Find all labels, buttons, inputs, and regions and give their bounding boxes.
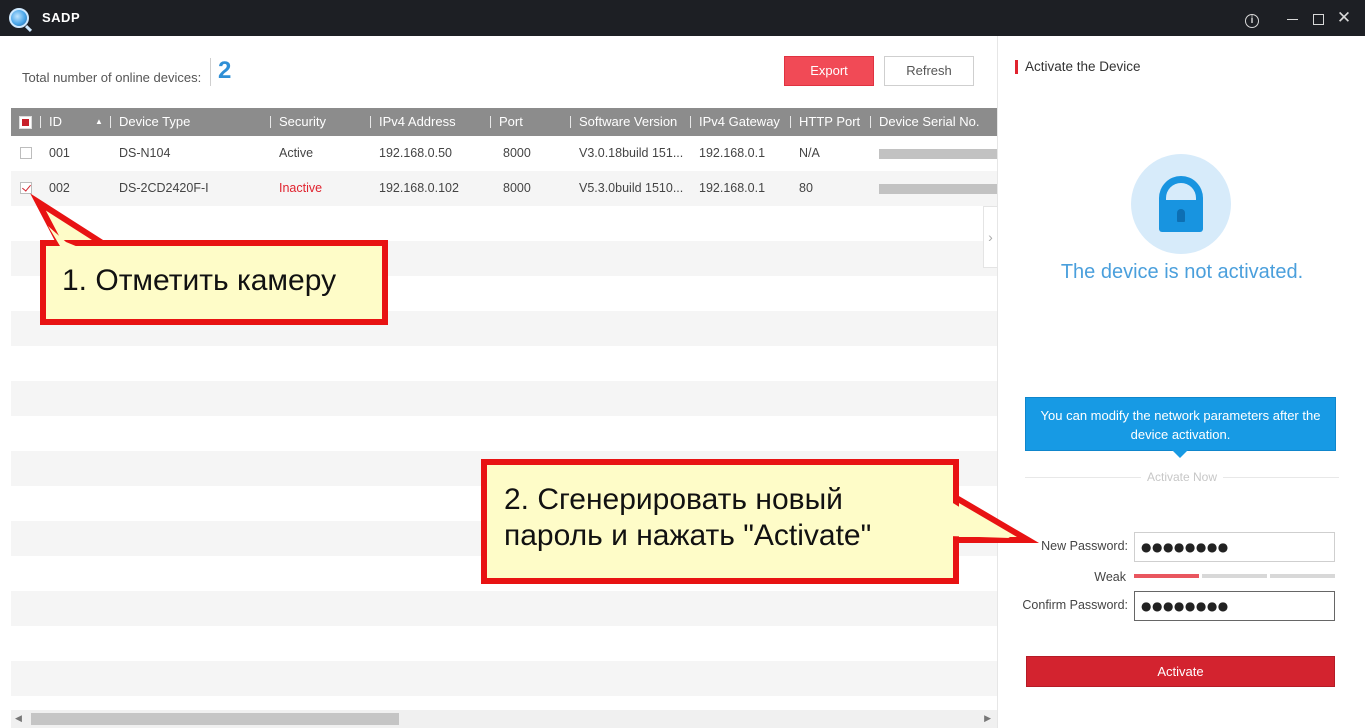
column-divider xyxy=(790,116,791,128)
column-divider xyxy=(490,116,491,128)
cell-ipv4-address: 192.168.0.50 xyxy=(379,146,452,160)
export-button[interactable]: Export xyxy=(784,56,874,86)
minimize-icon[interactable] xyxy=(1282,8,1302,28)
cell-ipv4-address: 192.168.0.102 xyxy=(379,181,459,195)
column-divider xyxy=(370,116,371,128)
column-divider xyxy=(40,116,41,128)
cell-ipv4-gateway: 192.168.0.1 xyxy=(699,146,766,160)
column-header-id[interactable]: ID xyxy=(49,108,62,136)
activation-panel: Activate the Device The device is not ac… xyxy=(997,36,1365,728)
column-divider xyxy=(110,116,111,128)
table-row[interactable]: 001 DS-N104 Active 192.168.0.50 8000 V3.0.18b… xyxy=(11,136,997,171)
column-header-software-version[interactable]: Software Version xyxy=(579,108,677,136)
cell-serial-redacted xyxy=(879,149,997,159)
column-divider xyxy=(570,116,571,128)
info-tooltip: You can modify the network parameters af… xyxy=(1025,397,1336,458)
new-password-input[interactable]: ●●●●●●●● xyxy=(1134,532,1335,562)
cell-id: 001 xyxy=(49,146,70,160)
cell-device-type: DS-N104 xyxy=(119,146,171,160)
sort-ascending-icon[interactable]: ▲ xyxy=(95,108,103,136)
divider xyxy=(210,58,211,86)
column-header-security[interactable]: Security xyxy=(279,108,326,136)
activate-button[interactable]: Activate xyxy=(1026,656,1335,687)
title-bar: SADP i ✕ xyxy=(0,0,1365,36)
empty-row xyxy=(11,416,997,451)
table-header: ID ▲ Device Type Security IPv4 Address P… xyxy=(11,108,997,136)
strength-segment xyxy=(1270,574,1335,578)
collapse-panel-toggle[interactable]: › xyxy=(983,206,997,268)
cell-id: 002 xyxy=(49,181,70,195)
column-header-ipv4-address[interactable]: IPv4 Address xyxy=(379,108,456,136)
callout-step-1: 1. Отметить камеру xyxy=(40,240,388,325)
cell-software-version: V5.3.0build 1510... xyxy=(579,181,684,195)
strength-segment xyxy=(1202,574,1267,578)
select-all-checkbox[interactable] xyxy=(19,116,32,129)
password-strength-label: Weak xyxy=(1094,570,1126,584)
cell-security: Inactive xyxy=(279,181,323,195)
close-icon[interactable]: ✕ xyxy=(1334,8,1354,28)
cell-port: 8000 xyxy=(503,181,531,195)
activate-now-label: Activate Now xyxy=(998,470,1365,484)
column-divider xyxy=(270,116,271,128)
total-devices-label: Total number of online devices: xyxy=(22,70,202,85)
empty-row xyxy=(11,591,997,626)
row-checkbox[interactable] xyxy=(20,147,32,159)
cell-device-type: DS-2CD2420F-I xyxy=(119,181,209,195)
empty-row xyxy=(11,381,997,416)
refresh-button[interactable]: Refresh xyxy=(884,56,974,86)
confirm-password-input[interactable]: ●●●●●●●● xyxy=(1134,591,1335,621)
device-list-panel: Total number of online devices: 2 Export… xyxy=(0,36,997,728)
callout-step-2: 2. Сгенерировать новый пароль и нажать "… xyxy=(481,459,959,584)
strength-segment xyxy=(1134,574,1199,578)
lock-icon xyxy=(1131,154,1231,254)
cell-serial-redacted xyxy=(879,184,997,194)
table-row[interactable]: 002 DS-2CD2420F-I Inactive 192.168.0.102 800… xyxy=(11,171,997,206)
scrollbar-thumb[interactable] xyxy=(31,713,399,725)
activation-status: The device is not activated. xyxy=(1060,261,1304,283)
column-header-device-type[interactable]: Device Type xyxy=(119,108,190,136)
cell-software-version: V3.0.18build 151... xyxy=(579,146,684,160)
sadp-logo-icon xyxy=(9,8,29,28)
column-header-port[interactable]: Port xyxy=(499,108,523,136)
app-title: SADP xyxy=(42,10,81,25)
column-divider xyxy=(870,116,871,128)
row-checkbox[interactable] xyxy=(20,182,32,194)
column-divider xyxy=(690,116,691,128)
column-header-serial-no[interactable]: Device Serial No. xyxy=(879,108,979,136)
maximize-icon[interactable] xyxy=(1308,8,1328,28)
cell-ipv4-gateway: 192.168.0.1 xyxy=(699,181,766,195)
title-accent-bar xyxy=(1015,60,1018,74)
empty-row xyxy=(11,206,997,241)
horizontal-scrollbar[interactable]: ◀ ▶ xyxy=(11,710,997,728)
scroll-left-icon[interactable]: ◀ xyxy=(15,713,22,724)
column-header-ipv4-gateway[interactable]: IPv4 Gateway xyxy=(699,108,780,136)
total-devices-count: 2 xyxy=(218,57,232,84)
cell-http-port: N/A xyxy=(799,146,820,160)
confirm-password-label: Confirm Password: xyxy=(1022,598,1128,612)
info-icon[interactable]: i xyxy=(1242,8,1262,28)
new-password-label: New Password: xyxy=(1041,539,1128,553)
cell-port: 8000 xyxy=(503,146,531,160)
empty-row xyxy=(11,661,997,696)
scroll-right-icon[interactable]: ▶ xyxy=(984,713,991,724)
cell-http-port: 80 xyxy=(799,181,813,195)
empty-row xyxy=(11,346,997,381)
column-header-http-port[interactable]: HTTP Port xyxy=(799,108,860,136)
panel-title: Activate the Device xyxy=(1025,59,1141,74)
empty-row xyxy=(11,626,997,661)
cell-security: Active xyxy=(279,146,314,160)
